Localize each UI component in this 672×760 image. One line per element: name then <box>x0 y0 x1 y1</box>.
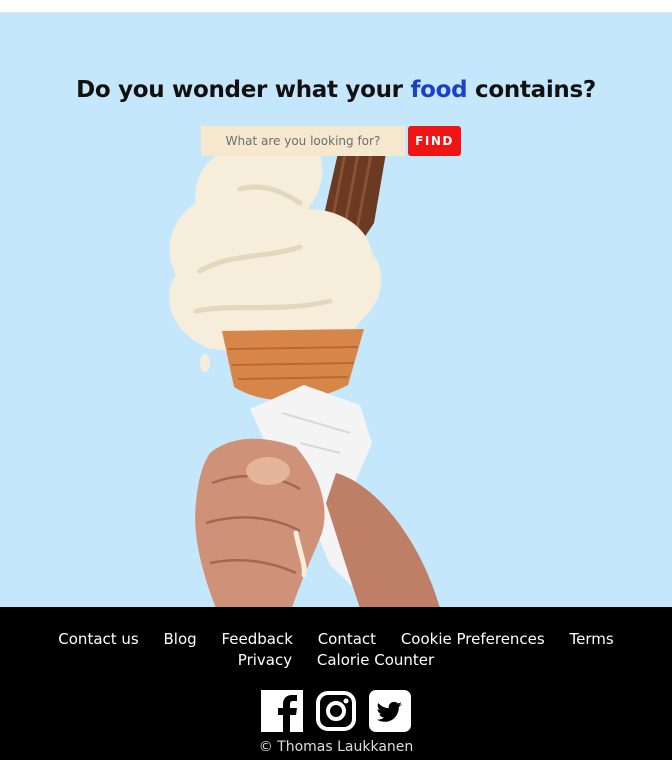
copyright-text: © Thomas Laukkanen <box>258 739 414 755</box>
top-bar <box>0 0 672 13</box>
footer-link-contact[interactable]: Contact <box>318 630 376 648</box>
footer-link-calorie-counter[interactable]: Calorie Counter <box>317 651 434 669</box>
search-form: FIND <box>201 126 461 156</box>
footer-link-cookie-preferences[interactable]: Cookie Preferences <box>401 630 545 648</box>
headline-text: Do you wonder what your <box>76 77 411 103</box>
hero-section: Do you wonder what your food contains? F… <box>0 13 672 608</box>
headline-accent: food <box>410 77 468 103</box>
footer-nav: Contact us Blog Feedback Contact Cookie … <box>36 629 636 671</box>
footer-link-blog[interactable]: Blog <box>164 630 197 648</box>
footer-link-feedback[interactable]: Feedback <box>221 630 292 648</box>
search-input[interactable] <box>201 126 405 156</box>
twitter-icon[interactable] <box>369 690 411 732</box>
social-links <box>0 690 672 732</box>
page-headline: Do you wonder what your food contains? <box>0 77 672 103</box>
footer-link-privacy[interactable]: Privacy <box>238 651 292 669</box>
facebook-icon[interactable] <box>261 690 303 732</box>
headline-text-end: contains? <box>467 77 596 103</box>
footer: Contact us Blog Feedback Contact Cookie … <box>0 607 672 760</box>
footer-link-contact-us[interactable]: Contact us <box>58 630 138 648</box>
footer-link-terms[interactable]: Terms <box>570 630 614 648</box>
instagram-icon[interactable] <box>315 690 357 732</box>
find-button[interactable]: FIND <box>408 126 461 156</box>
